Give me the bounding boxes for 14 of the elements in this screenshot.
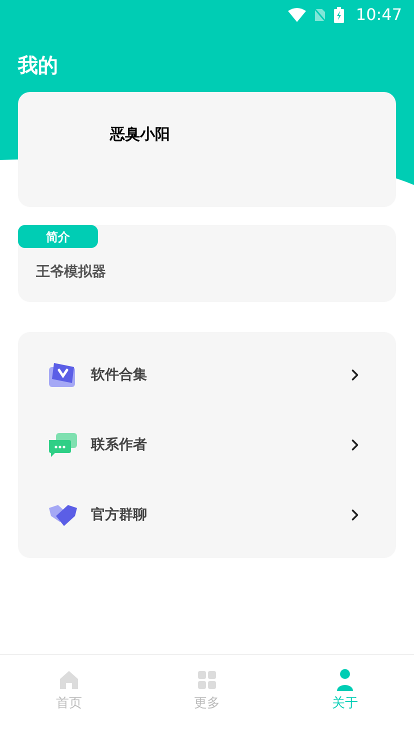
home-icon xyxy=(57,668,81,692)
menu-item[interactable]: 联系作者 xyxy=(18,410,396,480)
chat-bubble-icon xyxy=(48,432,78,458)
intro-label: 简介 xyxy=(18,225,98,248)
intro-text: 王爷模拟器 xyxy=(36,263,107,282)
user-name: 恶臭小阳 xyxy=(110,125,170,143)
video-card-icon xyxy=(48,361,78,389)
battery-charging-icon xyxy=(334,7,344,23)
menu-item[interactable]: 软件合集 xyxy=(18,340,396,410)
page-title: 我的 xyxy=(18,52,59,79)
grid-icon xyxy=(195,668,219,692)
wifi-icon xyxy=(288,8,306,22)
menu-item[interactable]: 官方群聊 xyxy=(18,480,396,550)
status-time: 10:47 xyxy=(356,4,402,26)
